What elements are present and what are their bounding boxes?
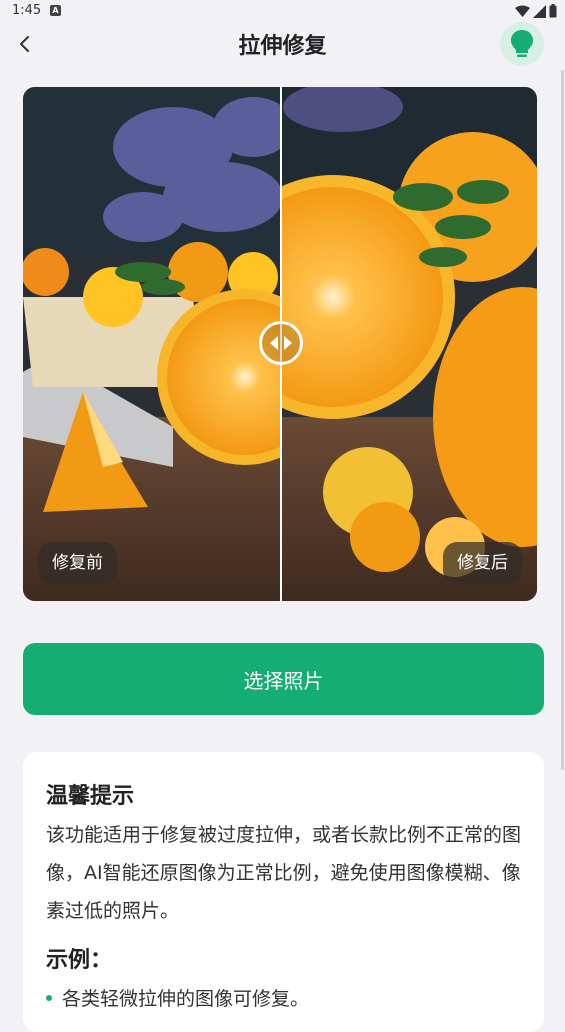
scrollbar[interactable]: [561, 70, 564, 770]
page-title: 拉伸修复: [238, 34, 327, 59]
wifi-icon: [515, 5, 530, 17]
example-item: 各类轻微拉伸的图像可修复。: [46, 984, 309, 1011]
status-bar: 1:45 A: [0, 0, 565, 24]
bullet-icon: [46, 994, 52, 1001]
battery-icon: [549, 4, 557, 18]
status-indicators: [515, 4, 557, 18]
tips-title: 温馨提示: [46, 784, 135, 809]
before-after-preview[interactable]: 修复前 修复后: [23, 87, 537, 601]
lightbulb-icon: [511, 30, 533, 57]
app-header: 拉伸修复: [0, 22, 565, 66]
compare-handle[interactable]: [259, 321, 303, 365]
notification-icon: A: [50, 5, 61, 16]
tips-card: 温馨提示 该功能适用于修复被过度拉伸，或者长款比例不正常的图像，AI智能还原图像…: [23, 752, 544, 1032]
left-right-arrows-icon: [270, 336, 292, 350]
status-time: 1:45: [12, 3, 42, 18]
before-label: 修复前: [38, 542, 117, 584]
tips-body: 该功能适用于修复被过度拉伸，或者长款比例不正常的图像，AI智能还原图像为正常比例…: [46, 824, 522, 922]
tips-button[interactable]: [500, 22, 544, 66]
example-title: 示例：: [46, 948, 113, 973]
choose-photo-button[interactable]: 选择照片: [23, 643, 544, 715]
signal-icon: [533, 4, 546, 18]
after-label: 修复后: [443, 542, 522, 584]
example-text: 各类轻微拉伸的图像可修复。: [62, 988, 310, 1010]
